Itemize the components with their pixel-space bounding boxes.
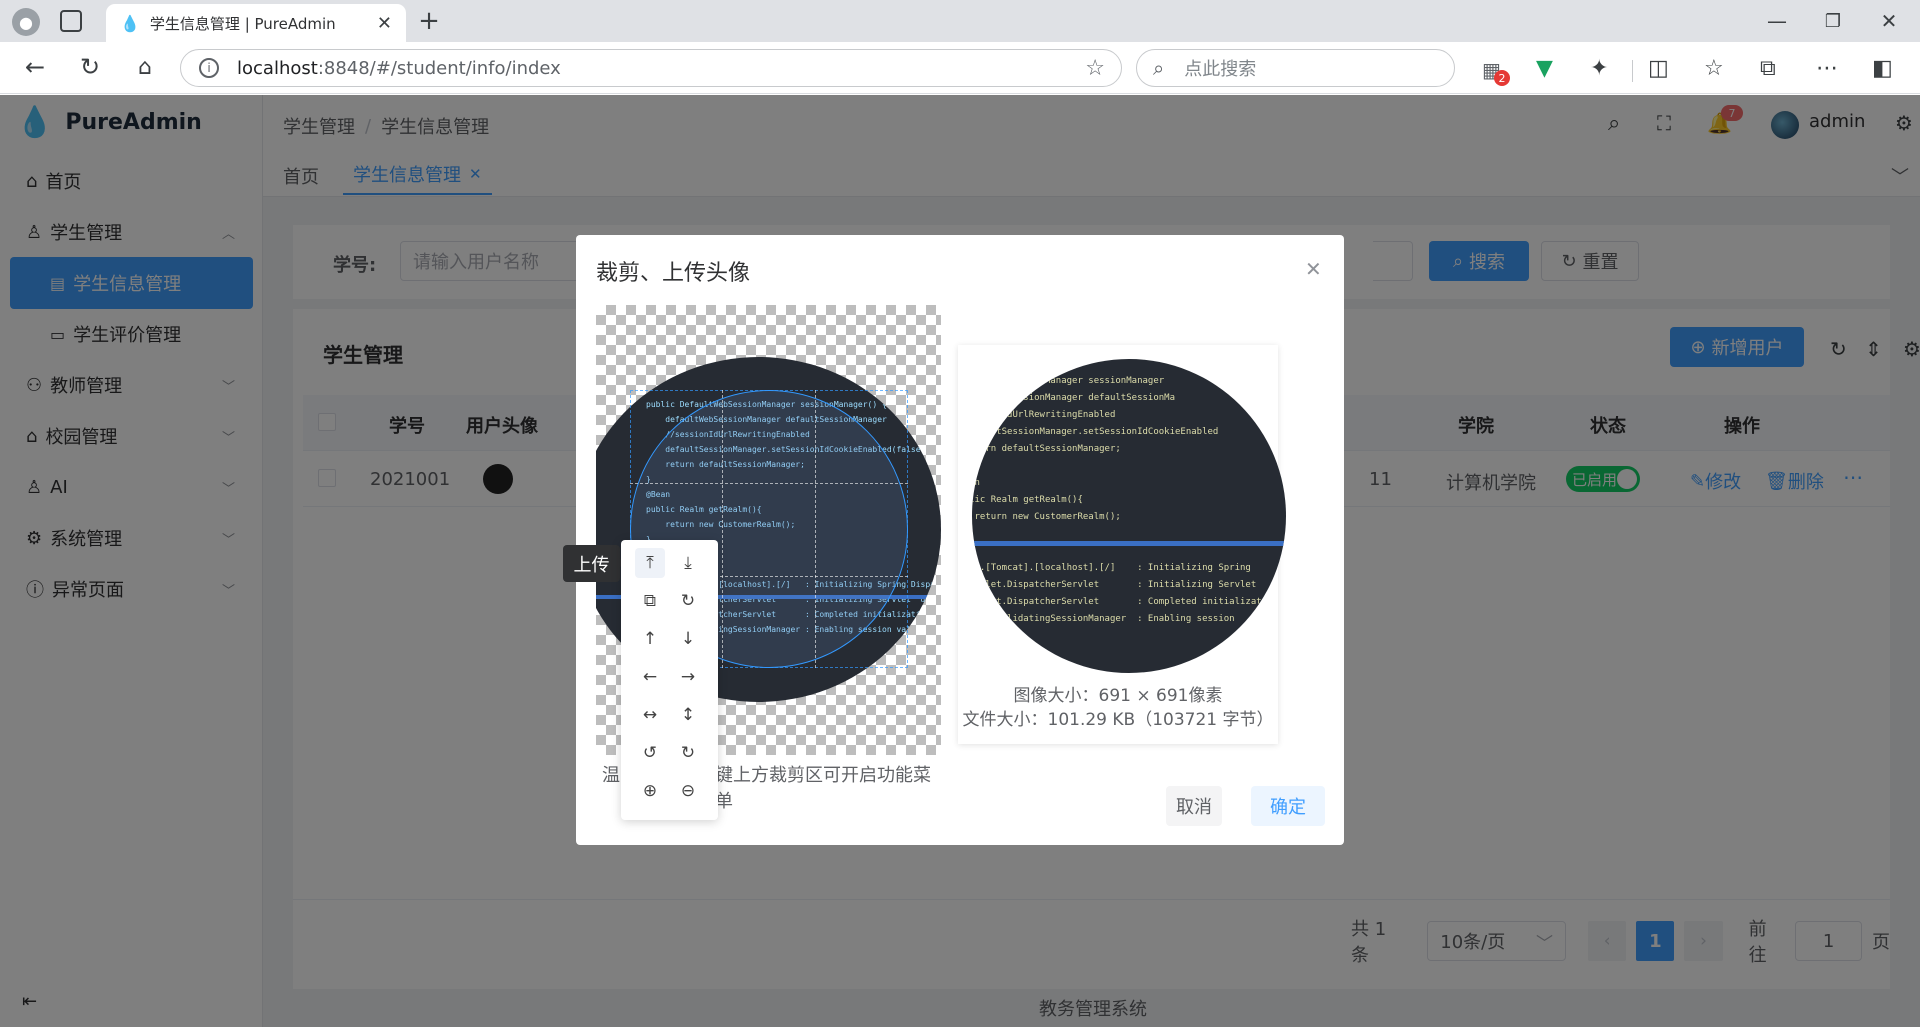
favorites-icon[interactable]: ☆: [1704, 56, 1724, 81]
zoom-in-icon[interactable]: ⊕: [635, 776, 665, 806]
toolbar-divider: [1632, 60, 1633, 82]
preview-card: DefaultWebSessionManager sessionManager …: [958, 345, 1286, 744]
crop-tool-menu: ⤒ ⤓ ⧉ ↻ ↑ ↓ ← → ↔ ↕ ↺ ↻ ⊕ ⊖: [621, 540, 718, 820]
browser-extensions: ▦ 2 ▼ ✦ ◫ ☆ ⧉ ⋯ ◧: [1480, 56, 1910, 86]
crop-guide-line: [722, 390, 723, 668]
tab-favicon-icon: 💧: [120, 13, 140, 33]
preview-code: DefaultWebSessionManager sessionManager …: [972, 376, 1278, 624]
rotate-right-icon[interactable]: ↻: [673, 738, 703, 768]
crop-tip-start: 温: [602, 765, 620, 786]
site-info-icon[interactable]: i: [199, 58, 219, 78]
flip-horizontal-icon[interactable]: ↔: [635, 700, 665, 730]
tooltip-text: 上传: [573, 554, 610, 576]
back-icon[interactable]: ←: [20, 52, 50, 82]
address-bar[interactable]: i localhost :8848/#/student/info/index ☆: [180, 49, 1122, 87]
close-window-icon[interactable]: ✕: [1874, 8, 1904, 34]
url-path: :8848/#/student/info/index: [317, 57, 561, 79]
rotate-left-icon[interactable]: ↺: [635, 738, 665, 768]
upload-tooltip: 上传: [563, 545, 620, 582]
tab-title: 学生信息管理 | PureAdmin: [149, 14, 336, 33]
dialog-title: 裁剪、上传头像: [596, 261, 751, 286]
flip-vertical-icon[interactable]: ↕: [673, 700, 703, 730]
confirm-label: 确定: [1270, 797, 1306, 818]
sidebar-toggle-icon[interactable]: ◧: [1872, 56, 1893, 81]
crop-tip-end: 键上方裁剪区可开启功能菜单: [715, 765, 931, 812]
file-size-info: 文件大小：101.29 KB（103721 字节）: [962, 710, 1274, 730]
web-search-box[interactable]: ⌕ 点此搜索: [1136, 49, 1455, 87]
restore-icon[interactable]: ❐: [1818, 8, 1848, 34]
search-icon: ⌕: [1153, 56, 1165, 80]
rotate-refresh-icon[interactable]: ↻: [673, 586, 703, 616]
favorite-star-icon[interactable]: ☆: [1085, 56, 1105, 81]
browser-tab-bar: ● 💧 学生信息管理 | PureAdmin ✕ + — ❐ ✕: [0, 0, 1920, 42]
crop-guide-line: [630, 483, 908, 484]
minimize-icon[interactable]: —: [1762, 8, 1792, 34]
move-down-icon[interactable]: ↓: [673, 624, 703, 654]
url-host: localhost: [237, 57, 318, 79]
move-up-icon[interactable]: ↑: [635, 624, 665, 654]
cancel-button[interactable]: 取消: [1166, 786, 1222, 826]
zoom-out-icon[interactable]: ⊖: [673, 776, 703, 806]
image-size-info: 图像大小：691 × 691像素: [1013, 686, 1223, 706]
browser-tab[interactable]: 💧 学生信息管理 | PureAdmin ✕: [106, 4, 406, 42]
profile-icon[interactable]: ●: [12, 8, 40, 36]
cancel-label: 取消: [1176, 797, 1212, 818]
close-icon[interactable]: ✕: [1305, 257, 1322, 281]
preview-image: DefaultWebSessionManager sessionManager …: [972, 359, 1286, 673]
refresh-icon[interactable]: ↻: [75, 52, 105, 82]
home-icon[interactable]: ⌂: [130, 52, 160, 82]
vue-devtools-icon[interactable]: ▼: [1536, 56, 1553, 81]
confirm-button[interactable]: 确定: [1251, 786, 1325, 826]
web-search-placeholder: 点此搜索: [1184, 59, 1257, 80]
reset-crop-icon[interactable]: ⧉: [635, 586, 665, 616]
more-menu-icon[interactable]: ⋯: [1816, 56, 1838, 81]
upload-icon[interactable]: ⤒: [635, 548, 665, 578]
split-screen-icon[interactable]: ◫: [1648, 56, 1669, 81]
extension-badge: 2: [1494, 70, 1510, 86]
crop-guide-line: [815, 390, 816, 668]
tab-close-icon[interactable]: ✕: [377, 13, 392, 34]
download-icon[interactable]: ⤓: [673, 548, 703, 578]
extensions-puzzle-icon[interactable]: ✦: [1590, 56, 1608, 81]
move-right-icon[interactable]: →: [673, 662, 703, 692]
new-tab-icon[interactable]: +: [414, 6, 444, 36]
move-left-icon[interactable]: ←: [635, 662, 665, 692]
collections-icon[interactable]: ⧉: [1760, 56, 1776, 81]
tab-actions-icon[interactable]: [60, 10, 82, 32]
preview-highlight-bar: [972, 541, 1286, 546]
